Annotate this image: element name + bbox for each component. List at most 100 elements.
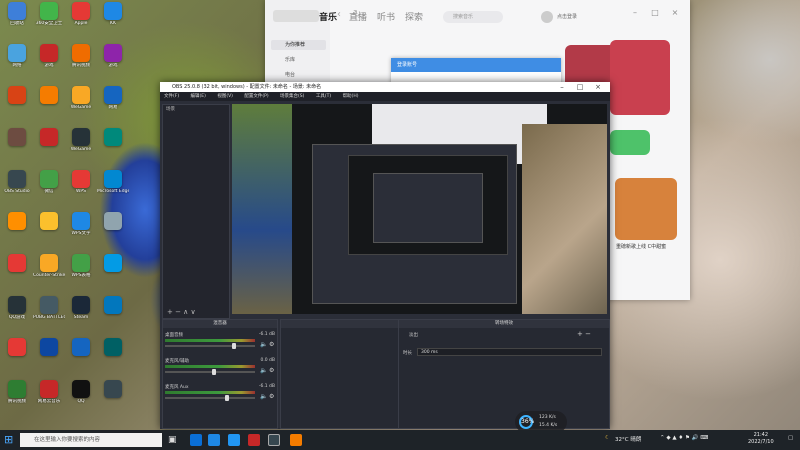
desktop-icon[interactable]: 游戏 — [33, 44, 65, 78]
avatar[interactable] — [541, 11, 553, 23]
maximize-icon[interactable]: □ — [570, 82, 590, 92]
speaker-icon[interactable]: 🔈 — [260, 393, 267, 400]
menu-profile[interactable]: 配置文件(P) — [244, 94, 268, 99]
volume-slider[interactable] — [165, 397, 255, 399]
weather-text[interactable]: 32°C 晴朗 — [615, 435, 641, 443]
login-link[interactable]: 点击登录 — [557, 13, 577, 20]
back-arrow-icon[interactable]: ‹ — [337, 9, 341, 20]
desktop-icon[interactable]: Steam — [65, 296, 97, 330]
scene-add-icon[interactable]: + − ∧ ∨ — [167, 308, 196, 316]
menu-edit[interactable]: 编辑(E) — [191, 94, 206, 99]
desktop-icon[interactable]: Apple — [65, 2, 97, 36]
sidebar-item-library[interactable]: 乐库 — [271, 55, 326, 65]
desktop-icon[interactable] — [97, 212, 129, 246]
windows-start-icon[interactable]: ⊞ — [4, 434, 16, 446]
desktop-icon[interactable] — [97, 380, 129, 414]
desktop-icon[interactable] — [97, 338, 129, 372]
sidebar-item-recommend[interactable]: 为你推荐 — [271, 40, 326, 50]
desktop-icon[interactable] — [33, 338, 65, 372]
promo-card[interactable] — [610, 130, 650, 155]
menu-file[interactable]: 文件(F) — [164, 94, 179, 99]
volume-knob[interactable] — [232, 343, 236, 349]
desktop-icon[interactable] — [1, 212, 33, 246]
menu-view[interactable]: 视图(V) — [217, 94, 233, 99]
desktop-icon[interactable]: WPS文字 — [65, 212, 97, 246]
maximize-icon[interactable]: □ — [650, 8, 660, 18]
close-icon[interactable]: × — [670, 8, 680, 18]
desktop-icon[interactable]: 网易云音乐 — [33, 380, 65, 414]
music-search-input[interactable]: 搜索音乐 — [443, 11, 503, 23]
minimize-icon[interactable]: – — [630, 8, 640, 18]
volume-slider[interactable] — [165, 371, 255, 373]
menu-scene-collection[interactable]: 场景集合(S) — [280, 94, 304, 99]
desktop-icon[interactable]: 网络 — [1, 44, 33, 78]
transition-add-icon[interactable]: + − — [577, 330, 591, 338]
obs-preview[interactable] — [232, 104, 607, 314]
desktop-icon[interactable] — [65, 338, 97, 372]
album-cover[interactable] — [615, 178, 677, 240]
speaker-icon[interactable]: 🔈 — [260, 341, 267, 348]
desktop-icon[interactable] — [97, 128, 129, 162]
desktop-icon[interactable] — [1, 254, 33, 288]
minimize-icon[interactable]: – — [552, 82, 572, 92]
desktop-icon[interactable]: 腾讯视频 — [1, 380, 33, 414]
menu-help[interactable]: 帮助(H) — [343, 94, 359, 99]
desktop-icon[interactable] — [1, 128, 33, 162]
desktop-icon[interactable] — [33, 212, 65, 246]
desktop-icon[interactable] — [33, 86, 65, 120]
tab-explore[interactable]: 探索 — [405, 10, 423, 23]
sidebar-item-radio[interactable]: 电台 — [271, 70, 326, 80]
desktop-icon[interactable]: PUBG BATTLEGR — [33, 296, 65, 330]
tray-icons[interactable]: ⌃ ◆ ▲ ♦ ⚑ 🔊 ⌨ — [660, 435, 708, 441]
tab-live[interactable]: 直播 — [349, 10, 367, 23]
desktop-icon[interactable] — [97, 296, 129, 330]
menu-tools[interactable]: 工具(T) — [316, 94, 331, 99]
desktop-icon[interactable]: 网易 — [97, 86, 129, 120]
obs-taskbar-icon[interactable] — [268, 434, 280, 446]
desktop-icon[interactable]: KK — [97, 2, 129, 36]
desktop-icon[interactable]: OBS Studio — [1, 170, 33, 204]
gear-icon[interactable]: ⚙ — [269, 367, 274, 374]
speaker-icon[interactable]: 🔈 — [260, 367, 267, 374]
desktop-icon[interactable]: WeGame — [65, 128, 97, 162]
volume-slider[interactable] — [165, 345, 255, 347]
app-taskbar-icon[interactable] — [248, 434, 260, 446]
desktop-icon[interactable]: 360安全卫士 — [33, 2, 65, 36]
notification-icon[interactable]: ▢ — [788, 435, 793, 441]
desktop-icon[interactable]: Counter-Strike Global — [33, 254, 65, 288]
desktop-icon[interactable]: QQ游戏 — [1, 296, 33, 330]
desktop-icon[interactable]: WeGame — [65, 86, 97, 120]
desktop-icon[interactable]: 腾讯视频 — [65, 44, 97, 78]
promo-card[interactable] — [610, 40, 670, 115]
desktop-icon[interactable]: QQ — [65, 380, 97, 414]
app-taskbar-icon[interactable] — [290, 434, 302, 446]
volume-knob[interactable] — [225, 395, 229, 401]
duration-input[interactable]: 300 ms — [417, 348, 602, 356]
system-clock[interactable]: 21:42 2022/7/10 — [748, 432, 774, 446]
tab-audiobook[interactable]: 听书 — [377, 10, 395, 23]
desktop-icon[interactable] — [1, 86, 33, 120]
desktop-icon[interactable] — [33, 128, 65, 162]
desktop-icon[interactable]: 回收站 — [1, 2, 33, 36]
desktop-icon[interactable]: 游戏 — [97, 44, 129, 78]
desktop-icon[interactable]: WPS — [65, 170, 97, 204]
volume-knob[interactable] — [212, 369, 216, 375]
desktop-icon[interactable]: Microsoft Edge — [97, 170, 129, 204]
desktop-icon[interactable]: 微信 — [33, 170, 65, 204]
desktop-icon[interactable]: WPS表格 — [65, 254, 97, 288]
gear-icon[interactable]: ⚙ — [269, 393, 274, 400]
gear-icon[interactable]: ⚙ — [269, 341, 274, 348]
transition-select[interactable]: 淡出 — [409, 332, 418, 338]
taskbar-search-input[interactable]: 在这里输入你要搜索的内容 — [20, 433, 162, 447]
desktop-icon[interactable] — [1, 338, 33, 372]
app-taskbar-icon[interactable] — [208, 434, 220, 446]
task-view-icon[interactable]: ▣ — [168, 434, 180, 446]
tab-music[interactable]: 音乐 — [319, 10, 337, 23]
app-icon — [8, 170, 26, 188]
desktop-icon[interactable] — [97, 254, 129, 288]
close-icon[interactable]: × — [588, 82, 608, 92]
desktop-icon-label: 网易 — [108, 105, 118, 110]
edge-taskbar-icon[interactable] — [190, 434, 202, 446]
app-taskbar-icon[interactable] — [228, 434, 240, 446]
app-icon — [104, 2, 122, 20]
